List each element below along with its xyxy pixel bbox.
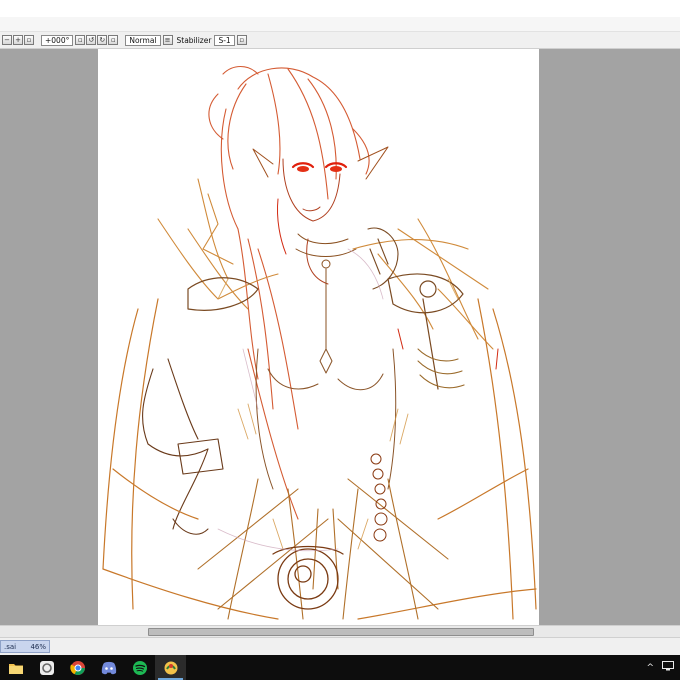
- tray-screen-icon[interactable]: [662, 661, 674, 674]
- paint-tool-window: − + ▫ +000° ▫ ↺ ↻ ▫ Normal ≡ Stabilizer …: [0, 0, 680, 680]
- chrome-icon: [69, 660, 85, 675]
- taskbar-chrome[interactable]: [62, 655, 93, 680]
- taskbar-discord[interactable]: [93, 655, 124, 680]
- taskbar-paint-tool[interactable]: [155, 655, 186, 680]
- horizontal-scrollbar[interactable]: [0, 625, 680, 637]
- menu-area: [0, 17, 680, 32]
- horizontal-scroll-thumb[interactable]: [148, 628, 534, 636]
- spotify-icon: [132, 660, 147, 675]
- paint-tool-icon: [164, 661, 177, 674]
- title-area: [0, 0, 680, 17]
- tray-chevron-icon[interactable]: ^: [646, 663, 654, 673]
- file-tab-zoom: 46%: [30, 642, 46, 651]
- taskbar-file-explorer[interactable]: [0, 655, 31, 680]
- taskbar-spotify[interactable]: [124, 655, 155, 680]
- file-tab[interactable]: .sai 46%: [0, 640, 50, 653]
- rotate-left-button[interactable]: ↺: [86, 35, 97, 45]
- sketch-artwork: [102, 65, 537, 620]
- zoom-in-button[interactable]: +: [13, 35, 23, 45]
- file-tab-bar: .sai 46%: [0, 637, 680, 655]
- file-tab-name: .sai: [4, 642, 17, 651]
- system-tray: ^: [638, 655, 674, 680]
- stabilizer-dropdown-icon[interactable]: ▫: [236, 35, 247, 45]
- rotate-reset-button[interactable]: ▫: [75, 35, 86, 45]
- windows-taskbar: ^: [0, 655, 680, 680]
- paint-app-icon: [39, 660, 54, 675]
- stabilizer-select[interactable]: S-1: [214, 34, 235, 46]
- taskbar-sai-app[interactable]: [31, 655, 62, 680]
- discord-icon: [101, 661, 116, 674]
- rotation-field[interactable]: +000°: [41, 34, 74, 46]
- flip-button[interactable]: ▫: [108, 35, 119, 45]
- canvas-toolbar: − + ▫ +000° ▫ ↺ ↻ ▫ Normal ≡ Stabilizer …: [0, 32, 680, 49]
- blend-mode-dropdown-icon[interactable]: ≡: [162, 35, 173, 45]
- zoom-out-button[interactable]: −: [2, 35, 12, 45]
- rotate-right-button[interactable]: ↻: [97, 35, 108, 45]
- stabilizer-label: Stabilizer: [176, 35, 212, 45]
- blend-mode-select[interactable]: Normal: [125, 34, 161, 46]
- drawing-canvas[interactable]: [98, 49, 539, 625]
- folder-icon: [8, 663, 23, 674]
- zoom-reset-button[interactable]: ▫: [24, 35, 34, 45]
- canvas-workspace[interactable]: [0, 49, 680, 625]
